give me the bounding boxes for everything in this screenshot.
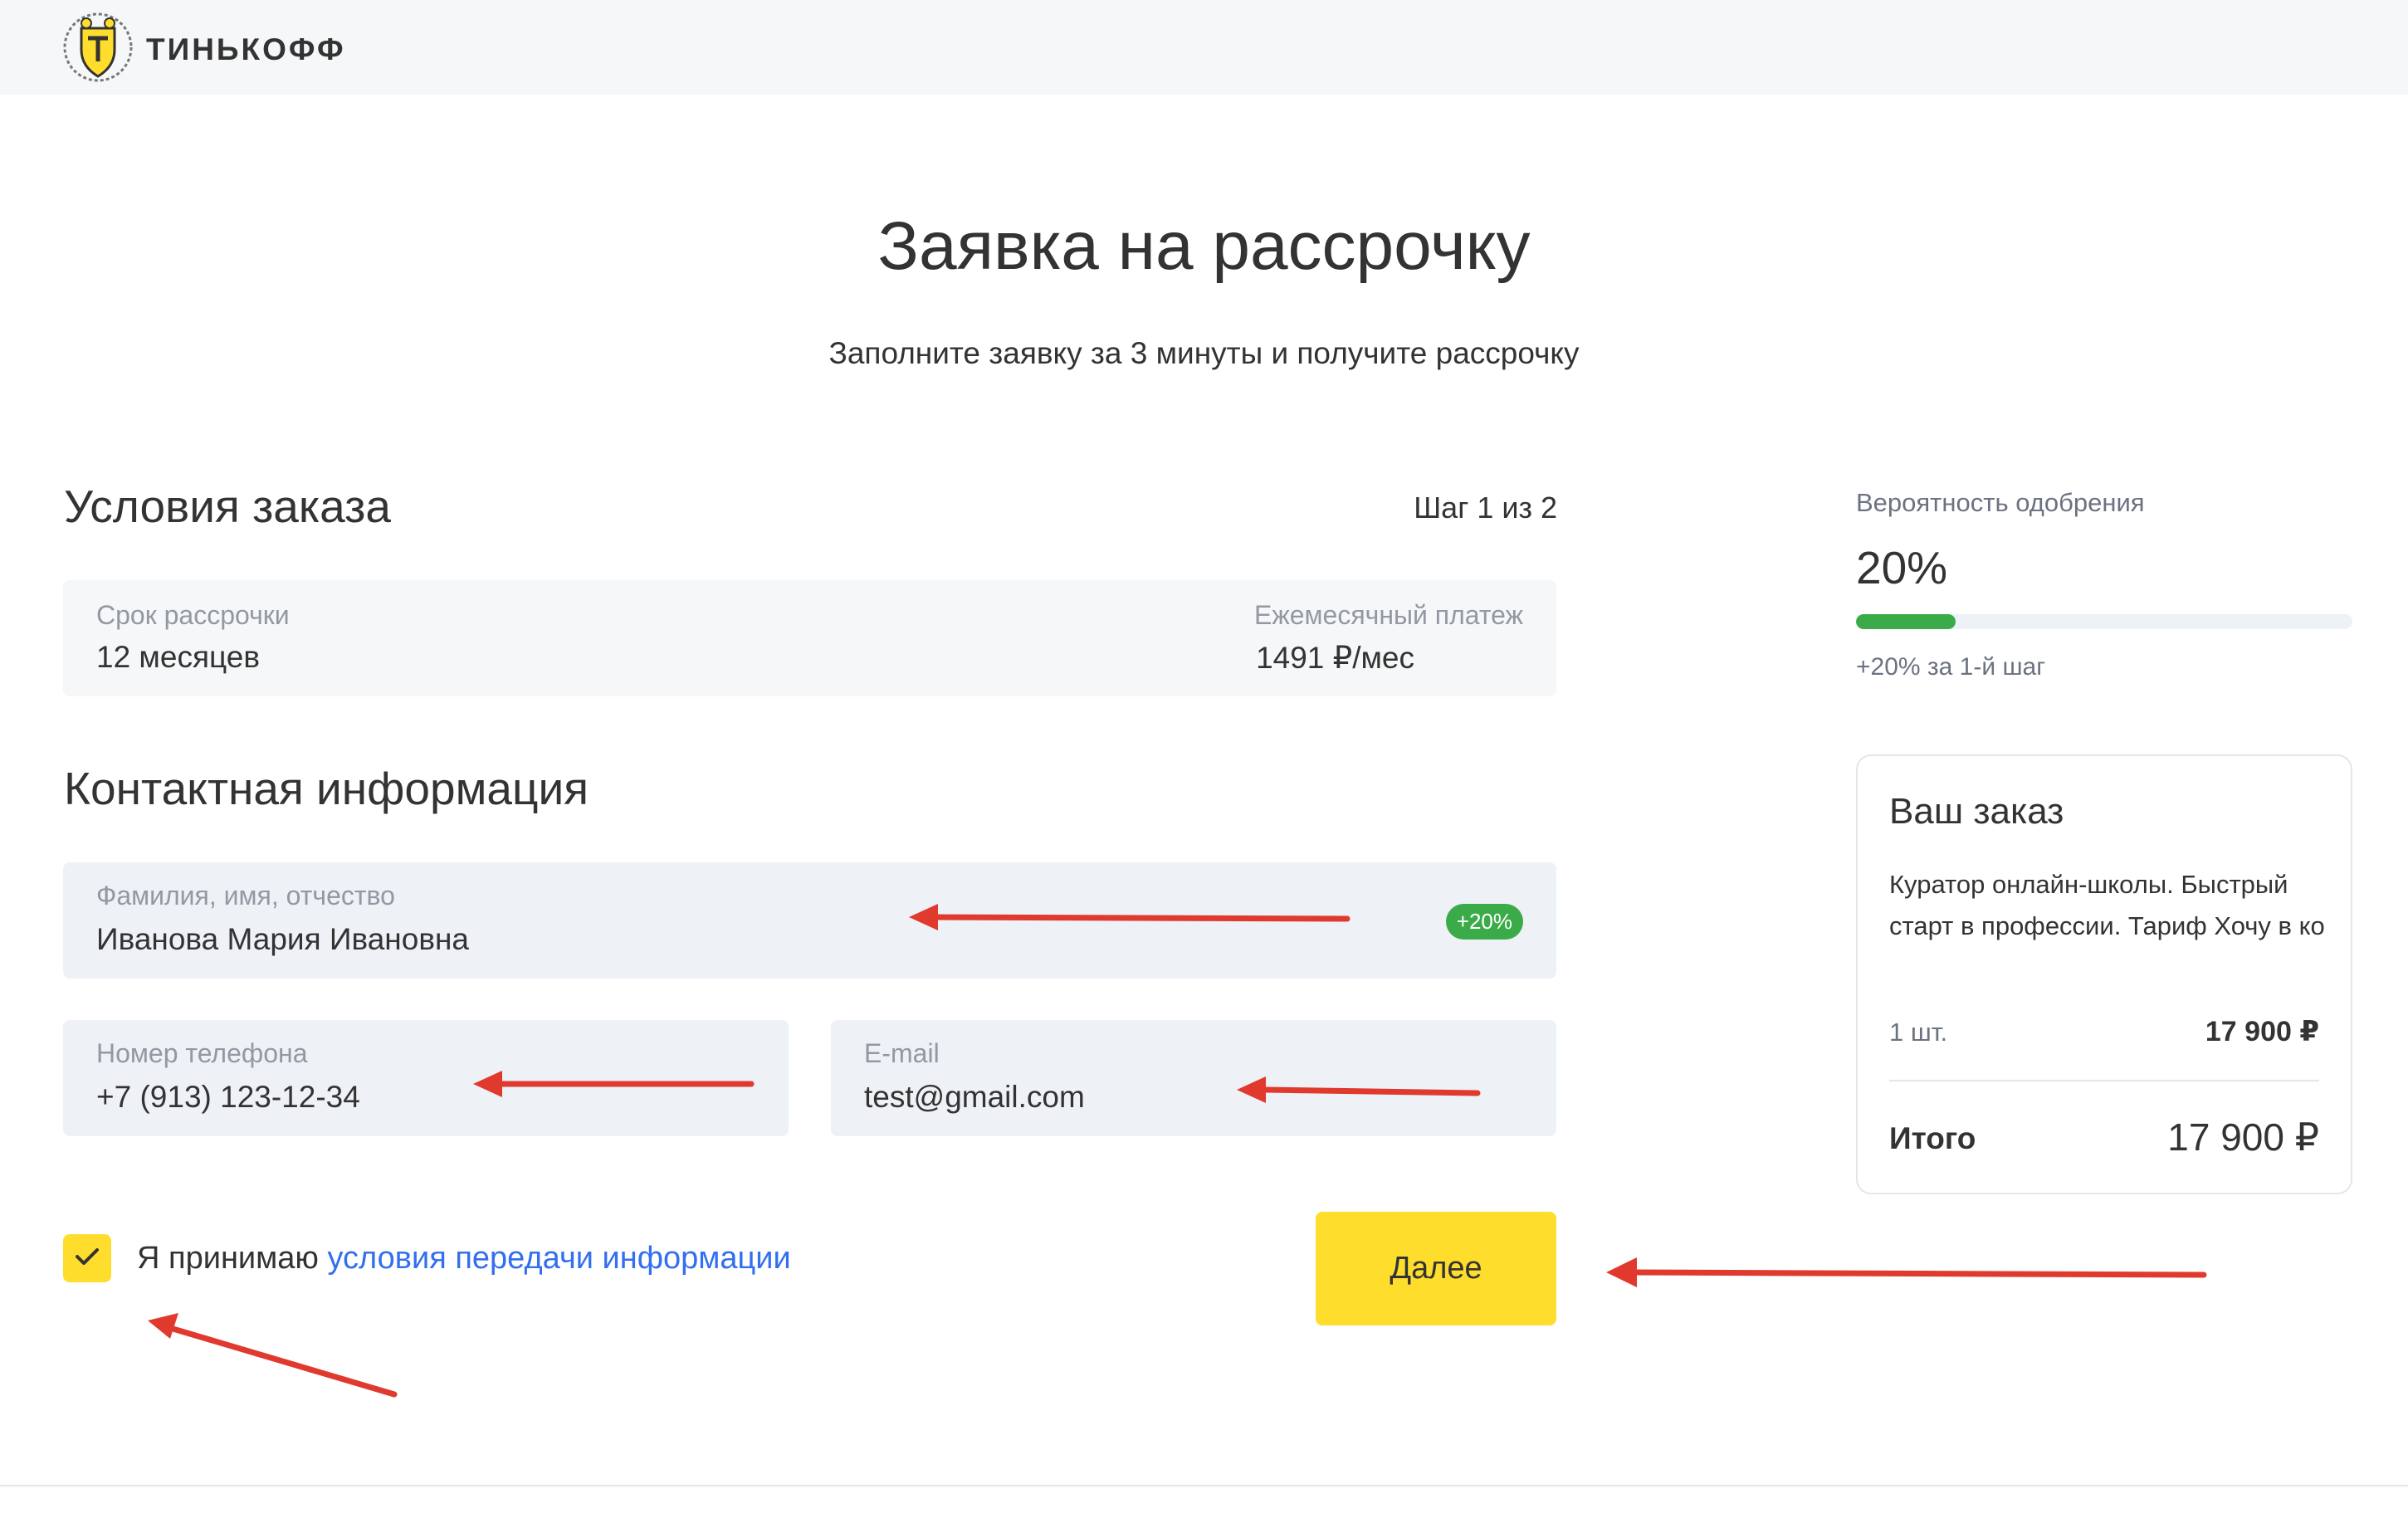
consent-text: Я принимаю условия передачи информации <box>137 1241 791 1276</box>
approval-progress-fill <box>1856 614 1956 629</box>
approval-probability-label: Вероятность одобрения <box>1856 488 2145 517</box>
consent-checkbox[interactable] <box>63 1234 111 1282</box>
email-field[interactable]: E-mail test@gmail.com <box>831 1020 1556 1136</box>
order-summary-card: Ваш заказ Куратор онлайн-школы. Быстрый … <box>1856 754 2352 1194</box>
installment-terms-panel: Срок рассрочки 12 месяцев Ежемесячный пл… <box>63 580 1556 696</box>
order-total-label: Итого <box>1889 1121 1976 1155</box>
annotation-arrow-checkbox <box>148 1313 398 1398</box>
fullname-label: Фамилия, имя, отчество <box>96 881 395 910</box>
approval-bonus-badge: +20% <box>1445 904 1523 940</box>
order-terms-title: Условия заказа <box>64 481 391 532</box>
email-label: E-mail <box>864 1038 940 1068</box>
phone-label: Номер телефона <box>96 1038 308 1068</box>
approval-probability-value: 20% <box>1856 542 1948 593</box>
phone-field[interactable]: Номер телефона +7 (913) 123-12-34 <box>63 1020 789 1136</box>
step-indicator: Шаг 1 из 2 <box>1414 491 1557 525</box>
top-header: ТИНЬКОФФ <box>0 0 2408 95</box>
tinkoff-shield-icon <box>61 12 134 87</box>
contact-info-title: Контактная информация <box>64 763 589 814</box>
fullname-field[interactable]: Фамилия, имя, отчество Иванова Мария Ива… <box>63 862 1556 979</box>
fullname-value[interactable]: Иванова Мария Ивановна <box>96 922 469 957</box>
page-title: Заявка на рассрочку <box>877 208 1531 284</box>
email-value[interactable]: test@gmail.com <box>864 1080 1085 1115</box>
next-button[interactable]: Далее <box>1316 1212 1556 1325</box>
phone-value[interactable]: +7 (913) 123-12-34 <box>96 1080 360 1115</box>
approval-progress-bar <box>1856 614 2352 629</box>
monthly-payment-value: 1491 ₽/мес <box>1256 641 1414 675</box>
order-title: Ваш заказ <box>1889 791 2064 832</box>
approval-progress-note: +20% за 1-й шаг <box>1856 653 2046 681</box>
consent-prefix: Я принимаю <box>137 1241 328 1276</box>
checkmark-icon <box>75 1247 100 1271</box>
footer-divider <box>0 1485 2408 1486</box>
order-quantity: 1 шт. <box>1889 1018 1948 1047</box>
order-description: Куратор онлайн-школы. Быстрый старт в пр… <box>1889 870 2325 940</box>
order-total-value: 17 900 ₽ <box>2167 1115 2319 1159</box>
consent-terms-link[interactable]: условия передачи информации <box>327 1241 790 1276</box>
order-divider <box>1889 1080 2319 1081</box>
brand-name: ТИНЬКОФФ <box>146 32 346 66</box>
order-price: 17 900 ₽ <box>2205 1016 2319 1047</box>
term-label: Срок рассрочки <box>96 600 290 630</box>
term-value: 12 месяцев <box>96 640 260 674</box>
monthly-payment-label: Ежемесячный платеж <box>1253 600 1523 630</box>
annotation-arrow-next <box>1606 1257 2207 1287</box>
brand-logo[interactable]: ТИНЬКОФФ <box>61 12 346 87</box>
page-subtitle: Заполните заявку за 3 минуты и получите … <box>828 336 1580 370</box>
